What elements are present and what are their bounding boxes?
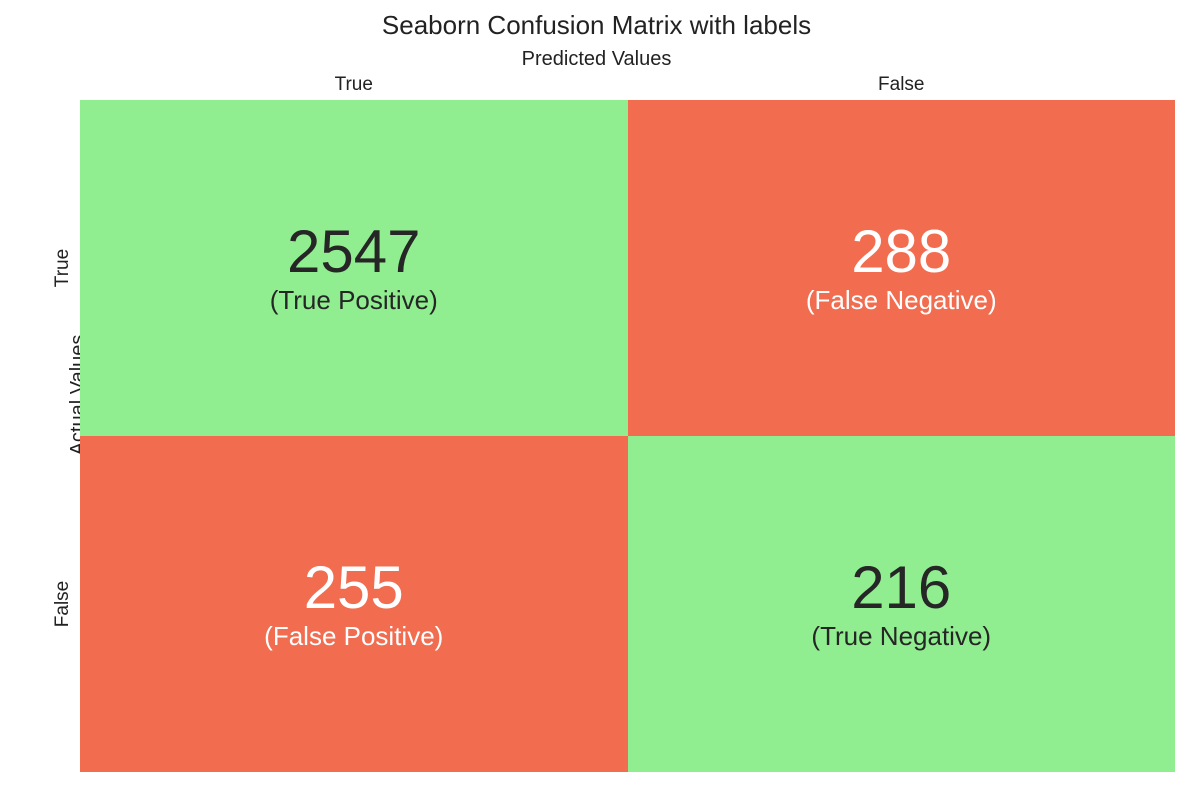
cell-label: (True Negative): [811, 621, 991, 652]
cell-true-negative: 216 (True Negative): [628, 436, 1176, 772]
col-tick-false: False: [628, 74, 1176, 98]
row-ticks: True False: [48, 100, 78, 772]
x-axis-label: Predicted Values: [0, 48, 1193, 71]
cell-false-positive: 255 (False Positive): [80, 436, 628, 772]
cell-value: 288: [851, 220, 951, 283]
chart-title: Seaborn Confusion Matrix with labels: [0, 10, 1193, 41]
cell-label: (False Positive): [264, 621, 443, 652]
cell-value: 216: [851, 556, 951, 619]
plot-area: True False True False 2547 (True Positiv…: [80, 100, 1175, 772]
cell-value: 2547: [287, 220, 420, 283]
row-tick-false-label: False: [52, 581, 74, 627]
cell-true-positive: 2547 (True Positive): [80, 100, 628, 436]
column-ticks: True False: [80, 74, 1175, 98]
cell-value: 255: [304, 556, 404, 619]
cell-label: (True Positive): [270, 285, 438, 316]
row-tick-true: True: [48, 100, 78, 436]
heatmap-grid: 2547 (True Positive) 288 (False Negative…: [80, 100, 1175, 772]
confusion-matrix-chart: Seaborn Confusion Matrix with labels Pre…: [0, 0, 1193, 790]
row-tick-true-label: True: [52, 249, 74, 287]
cell-label: (False Negative): [806, 285, 997, 316]
col-tick-true: True: [80, 74, 628, 98]
cell-false-negative: 288 (False Negative): [628, 100, 1176, 436]
row-tick-false: False: [48, 436, 78, 772]
